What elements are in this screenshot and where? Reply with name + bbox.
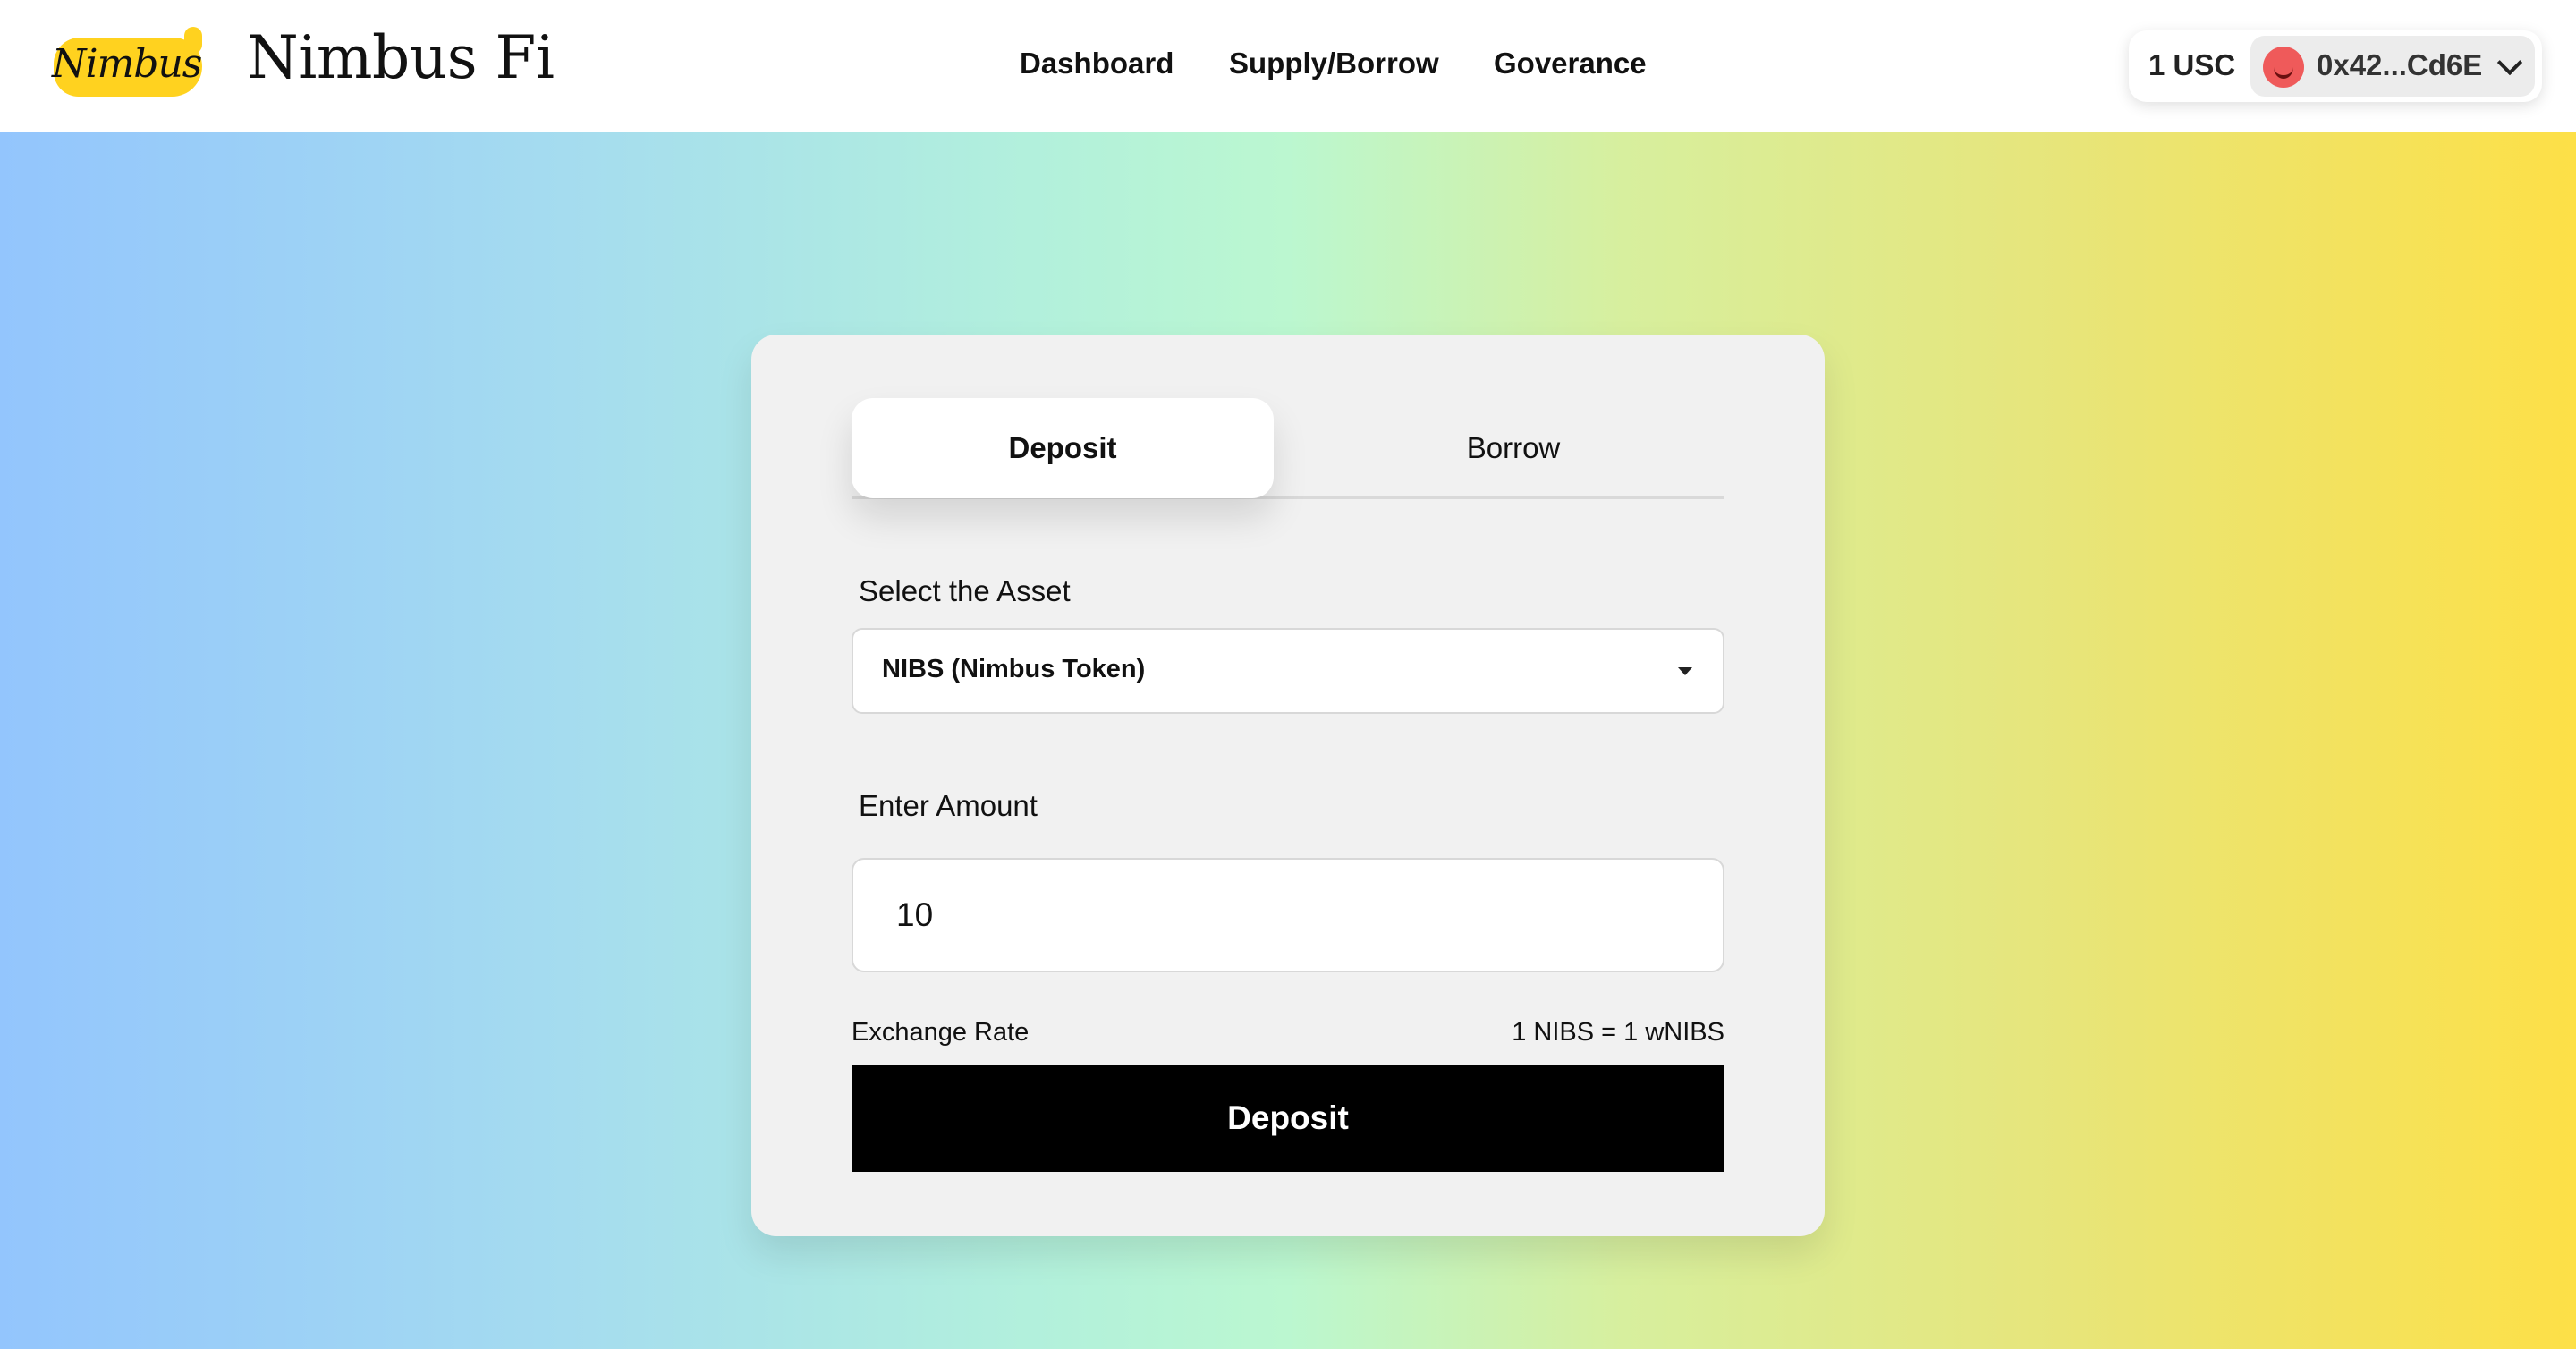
nav-governance[interactable]: Goverance [1494,47,1647,81]
balance-display[interactable]: 1 USC [2148,48,2235,82]
chevron-down-icon [2496,49,2523,76]
nav-dashboard[interactable]: Dashboard [1020,47,1174,81]
avatar-smile-icon [2274,55,2293,79]
caret-down-icon [1678,667,1692,675]
wallet-widget: 1 USC 0x42...Cd6E [2129,30,2542,102]
account-button[interactable]: 0x42...Cd6E [2250,36,2535,97]
deposit-button[interactable]: Deposit [852,1065,1724,1172]
tab-deposit[interactable]: Deposit [852,398,1274,498]
amount-label: Enter Amount [859,789,1038,822]
asset-label: Select the Asset [859,574,1071,607]
top-navbar: Nimbus Nimbus Fi Dashboard Supply/Borrow… [0,0,2576,132]
asset-select[interactable]: NIBS (Nimbus Token) [852,628,1724,714]
tab-bar: Deposit Borrow [852,398,1724,499]
account-avatar [2263,47,2304,88]
deposit-card: Deposit Borrow Select the Asset NIBS (Ni… [751,335,1825,1236]
asset-selected-value: NIBS (Nimbus Token) [882,655,1146,683]
amount-input[interactable] [852,858,1724,972]
tab-borrow[interactable]: Borrow [1302,398,1724,498]
nav-supply-borrow[interactable]: Supply/Borrow [1229,47,1439,81]
wallet-address: 0x42...Cd6E [2317,48,2483,81]
exchange-rate-value: 1 NIBS = 1 wNIBS [1512,1018,1724,1047]
main-background: Deposit Borrow Select the Asset NIBS (Ni… [0,132,2576,1349]
exchange-rate-label: Exchange Rate [852,1018,1030,1047]
